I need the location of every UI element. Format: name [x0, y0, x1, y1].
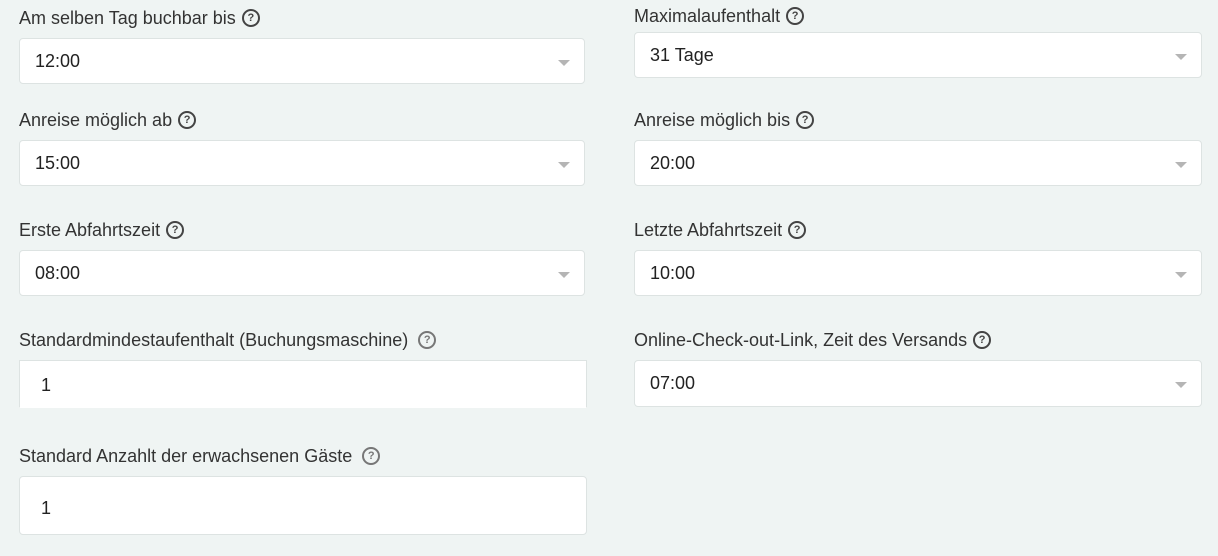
checkout-link-time-field: Online-Check-out-Link, Zeit des Versands… [634, 329, 1202, 409]
caret-down-icon [558, 162, 570, 168]
arrival-until-field: Anreise möglich bis ? 20:00 [634, 109, 1202, 189]
question-circle-icon[interactable]: ? [362, 447, 381, 465]
default-adult-guests-field: Standard Anzahlt der erwachsenen Gäste ?… [19, 445, 587, 537]
caret-down-icon [1175, 272, 1187, 278]
arrival-from-select[interactable]: 15:00 [19, 140, 585, 186]
first-departure-label: Erste Abfahrtszeit ? [19, 219, 185, 241]
question-circle-icon[interactable]: ? [178, 111, 197, 129]
first-departure-select[interactable]: 08:00 [19, 250, 585, 296]
question-circle-icon[interactable]: ? [166, 221, 185, 239]
question-circle-icon[interactable]: ? [241, 9, 260, 27]
checkout-link-time-label: Online-Check-out-Link, Zeit des Versands… [634, 329, 992, 351]
caret-down-icon [1175, 54, 1187, 60]
arrival-from-label: Anreise möglich ab ? [19, 109, 197, 131]
question-circle-icon[interactable]: ? [796, 111, 815, 129]
caret-down-icon [558, 60, 570, 66]
same-day-booking-field: Am selben Tag buchbar bis ? 12:00 [19, 7, 587, 87]
last-departure-field: Letzte Abfahrtszeit ? 10:00 [634, 219, 1202, 299]
max-stay-label: Maximalaufenthalt ? [634, 5, 805, 27]
caret-down-icon [1175, 162, 1187, 168]
checkout-link-time-select[interactable]: 07:00 [634, 360, 1202, 407]
caret-down-icon [558, 272, 570, 278]
question-circle-icon[interactable]: ? [973, 331, 992, 349]
question-circle-icon[interactable]: ? [786, 7, 805, 25]
max-stay-select[interactable]: 31 Tage [634, 32, 1202, 78]
last-departure-label: Letzte Abfahrtszeit ? [634, 219, 807, 241]
default-min-stay-input[interactable]: 1 [19, 360, 587, 408]
default-adult-guests-input[interactable]: 1 [19, 476, 587, 535]
default-min-stay-label: Standardmindestaufenthalt (Buchungsmasch… [19, 329, 437, 351]
arrival-until-select[interactable]: 20:00 [634, 140, 1202, 186]
max-stay-field: Maximalaufenthalt ? 31 Tage [634, 5, 1202, 85]
same-day-booking-select[interactable]: 12:00 [19, 38, 585, 84]
first-departure-field: Erste Abfahrtszeit ? 08:00 [19, 219, 587, 299]
same-day-booking-label: Am selben Tag buchbar bis ? [19, 7, 260, 29]
default-min-stay-field: Standardmindestaufenthalt (Buchungsmasch… [19, 329, 587, 409]
question-circle-icon[interactable]: ? [418, 331, 437, 349]
question-circle-icon[interactable]: ? [788, 221, 807, 239]
arrival-from-field: Anreise möglich ab ? 15:00 [19, 109, 587, 189]
last-departure-select[interactable]: 10:00 [634, 250, 1202, 296]
caret-down-icon [1175, 382, 1187, 388]
arrival-until-label: Anreise möglich bis ? [634, 109, 815, 131]
default-adult-guests-label: Standard Anzahlt der erwachsenen Gäste ? [19, 445, 381, 467]
